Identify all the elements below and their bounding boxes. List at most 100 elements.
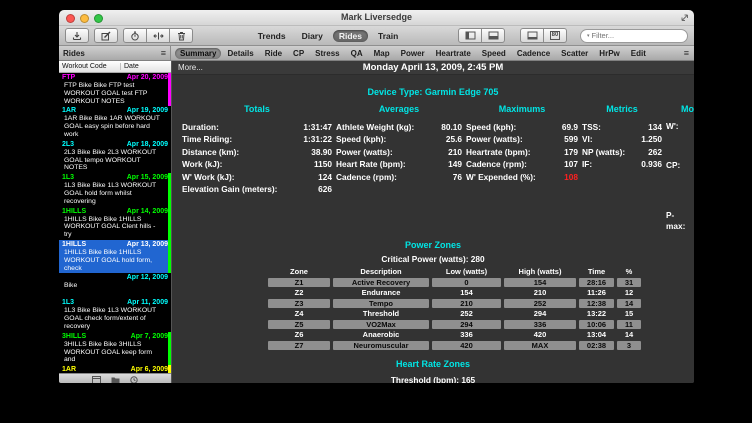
tab-scatter[interactable]: Scatter — [556, 48, 593, 59]
stat-label: W': — [666, 121, 692, 154]
ride-code: 1L3 — [62, 299, 74, 307]
title-bar[interactable]: Mark Liversedge — [59, 10, 694, 26]
delete-ride-button[interactable] — [170, 28, 193, 43]
menu-icon[interactable]: ≡ — [684, 48, 689, 58]
section-title: Averages — [336, 104, 462, 114]
stat-row: W' Work (kJ):124 — [182, 171, 332, 183]
ride-color-bar — [168, 365, 171, 373]
stat-value: 149 — [448, 158, 462, 170]
power-zones-table: ZoneDescriptionLow (watts)High (watts)Ti… — [268, 267, 648, 350]
ride-code: 1L3 — [62, 174, 74, 182]
ride-detail: FTP Bike Bike FTP test WORKOUT GOAL test… — [62, 82, 164, 105]
stat-value: 3.50 w/kg — [692, 182, 694, 204]
tab-speed[interactable]: Speed — [477, 48, 511, 59]
tab-qa[interactable]: QA — [346, 48, 368, 59]
nav-trends-button[interactable]: Trends — [252, 30, 292, 42]
sidebar-toggle-button[interactable] — [458, 28, 482, 43]
zone-cell: Neuromuscular — [333, 341, 429, 351]
intervals-button[interactable] — [147, 28, 170, 43]
sidebar-title: Rides — [63, 49, 161, 58]
zoom-window-icon[interactable] — [680, 13, 689, 22]
intervals-icon — [153, 31, 164, 41]
lowbar-toggle-icon — [488, 31, 499, 40]
nav-train-button[interactable]: Train — [372, 30, 404, 42]
lowbar-toggle-button[interactable] — [482, 28, 505, 43]
nav-rides-button[interactable]: Rides — [333, 30, 368, 42]
column-workout-code[interactable]: Workout Code — [59, 63, 121, 70]
status-folder-icon[interactable] — [111, 376, 120, 384]
zone-cell: 31 — [617, 278, 641, 288]
zone-header-cell: Description — [333, 267, 429, 277]
zone-cell: 28:16 — [579, 278, 614, 288]
tab-hrpw[interactable]: HrPw — [594, 48, 624, 59]
ride-list-item[interactable]: 1HILLSApr 14, 20091HILLS Bike Bike 1HILL… — [59, 207, 171, 240]
summary-column-metrics: MetricsTSS:134VI:1.250NP (watts):262IF:0… — [582, 104, 662, 232]
zone-cell: Tempo — [333, 299, 429, 309]
ride-list-item[interactable]: 1L3Apr 15, 20091L3 Bike Bike 1L3 WORKOUT… — [59, 173, 171, 206]
ride-list-item[interactable]: 2L3Apr 18, 20092L3 Bike Bike 2L3 WORKOUT… — [59, 140, 171, 173]
filter-field[interactable]: ▾ — [580, 29, 688, 43]
ride-detail: 3HILLS Bike Bike 3HILLS WORKOUT GOAL kee… — [62, 341, 164, 364]
zone-header-cell: Time — [579, 267, 614, 277]
zone-row: Z1Active Recovery015428:1631 — [268, 278, 648, 288]
tab-details[interactable]: Details — [222, 48, 258, 59]
zone-cell: 02:38 — [579, 341, 614, 351]
stat-row: Cadence (rpm):76 — [336, 171, 462, 183]
status-window-icon[interactable] — [92, 376, 101, 384]
ride-list-item[interactable]: 1ARApr 19, 20091AR Bike Bike 1AR WORKOUT… — [59, 106, 171, 139]
tab-stress[interactable]: Stress — [310, 48, 344, 59]
menu-icon[interactable]: ≡ — [161, 48, 166, 58]
tab-power[interactable]: Power — [396, 48, 430, 59]
stat-row: TSS:134 — [582, 121, 662, 133]
column-date[interactable]: Date — [121, 63, 171, 70]
tab-heartrate[interactable]: Heartrate — [431, 48, 476, 59]
ride-detail: 1L3 Bike Bike 1L3 WORKOUT GOAL hold form… — [62, 182, 164, 205]
tab-cp[interactable]: CP — [288, 48, 309, 59]
stat-label: NP (watts): — [582, 146, 625, 158]
zone-cell: 336 — [504, 320, 576, 330]
view-tabbed-button[interactable] — [520, 28, 544, 43]
view-tiled-button[interactable]: 80 — [544, 28, 567, 43]
ride-list-item[interactable]: Apr 12, 2009Bike — [59, 273, 171, 298]
zone-cell: Z5 — [268, 320, 330, 330]
zone-cell: 13:04 — [579, 330, 614, 340]
minimize-icon[interactable] — [80, 14, 89, 23]
tab-cadence[interactable]: Cadence — [512, 48, 555, 59]
sidebar-toggle-icon — [465, 31, 476, 40]
tab-summary[interactable]: Summary — [175, 48, 221, 59]
stat-label: Athlete Weight (kg): — [336, 121, 414, 133]
nav-diary-button[interactable]: Diary — [296, 30, 329, 42]
stat-value: 25.6 — [446, 133, 462, 145]
zone-cell: Threshold — [333, 309, 429, 319]
stat-label: Heart Rate (bpm): — [336, 158, 406, 170]
stat-row: Cadence (rpm):107 — [466, 158, 578, 170]
ride-color-bar — [168, 332, 171, 365]
zone-cell: Z1 — [268, 278, 330, 288]
stat-label: Speed (kph): — [336, 133, 386, 145]
status-clock-icon[interactable] — [130, 376, 138, 384]
close-icon[interactable] — [66, 14, 75, 23]
stat-value: 1150 — [314, 158, 332, 170]
ride-list-item[interactable]: 1HILLSApr 13, 20091HILLS Bike Bike 1HILL… — [59, 240, 171, 273]
stat-values: 280 watts3.50 w/kg — [692, 160, 694, 204]
compose-edit-button[interactable] — [94, 28, 118, 43]
tab-edit[interactable]: Edit — [626, 48, 651, 59]
ride-list-header[interactable]: Workout Code Date — [59, 61, 171, 73]
zone-cell: 294 — [432, 320, 501, 330]
ride-list-item[interactable]: 1ARApr 6, 20091AR Bike Bike 1AR WORKOUT … — [59, 365, 171, 373]
ride-navigator: Workout Code Date FTPApr 20, 2009FTP Bik… — [59, 61, 172, 383]
chart-tab-bar: Rides ≡ SummaryDetailsRideCPStressQAMapP… — [59, 46, 694, 61]
ride-list-item[interactable]: 3HILLSApr 7, 20093HILLS Bike Bike 3HILLS… — [59, 332, 171, 365]
filter-input[interactable] — [592, 31, 689, 40]
ride-code: 1HILLS — [62, 241, 86, 249]
ride-detail: 1L3 Bike Bike 1L3 WORKOUT GOAL check for… — [62, 307, 164, 330]
ride-list-item[interactable]: FTPApr 20, 2009FTP Bike Bike FTP test WO… — [59, 73, 171, 106]
ride-list-item[interactable]: 1L3Apr 11, 20091L3 Bike Bike 1L3 WORKOUT… — [59, 298, 171, 331]
chevron-down-icon: ▾ — [587, 33, 590, 39]
maximize-icon[interactable] — [94, 14, 103, 23]
ride-head: 3HILLSApr 7, 2009 — [62, 333, 168, 341]
import-ride-button[interactable] — [65, 28, 89, 43]
tab-map[interactable]: Map — [369, 48, 395, 59]
stopwatch-button[interactable] — [123, 28, 147, 43]
tab-ride[interactable]: Ride — [260, 48, 287, 59]
